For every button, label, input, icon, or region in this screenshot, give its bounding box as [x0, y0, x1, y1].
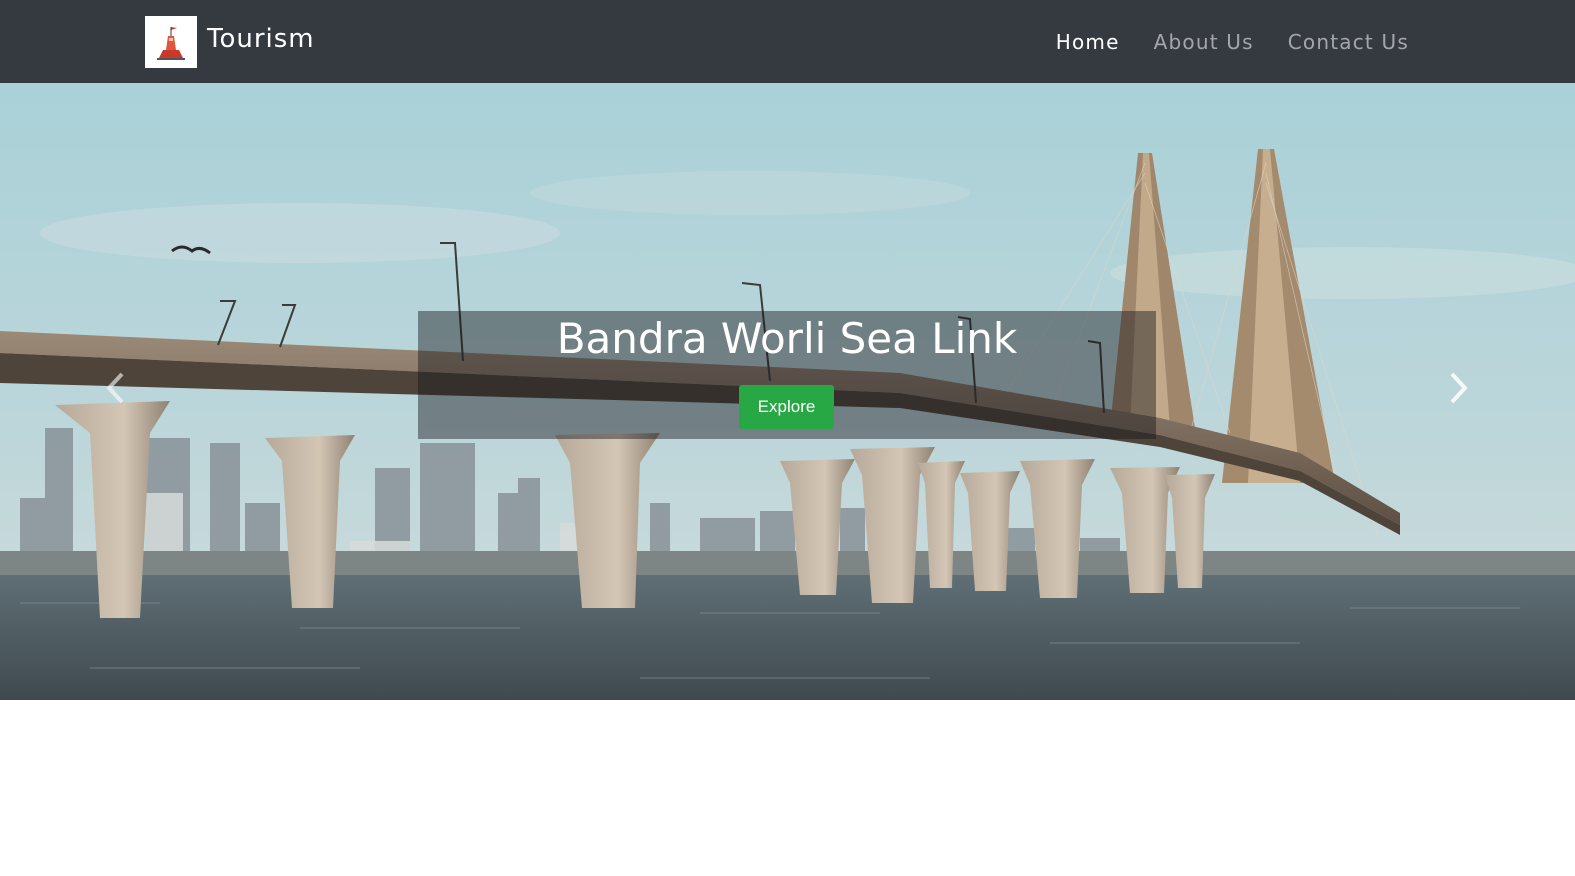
lighthouse-logo-icon [145, 16, 197, 68]
carousel-caption: Bandra Worli Sea Link Explore [418, 311, 1156, 439]
brand-link[interactable]: Tourism [145, 16, 315, 68]
carousel-prev-button[interactable] [96, 363, 136, 413]
nav-link-about-us[interactable]: About Us [1154, 30, 1254, 54]
nav-link-contact-us[interactable]: Contact Us [1288, 30, 1409, 54]
slide-title: Bandra Worli Sea Link [556, 314, 1018, 363]
chevron-right-icon [1450, 372, 1468, 404]
brand-name: Tourism [207, 24, 315, 54]
explore-button[interactable]: Explore [739, 385, 834, 429]
hero-carousel: Bandra Worli Sea Link Explore [0, 83, 1575, 700]
top-navbar: Tourism Home About Us Contact Us [0, 0, 1575, 83]
carousel-next-button[interactable] [1438, 363, 1478, 413]
chevron-left-icon [106, 372, 124, 404]
nav-links: Home About Us Contact Us [1022, 0, 1409, 83]
nav-link-home[interactable]: Home [1056, 30, 1120, 54]
